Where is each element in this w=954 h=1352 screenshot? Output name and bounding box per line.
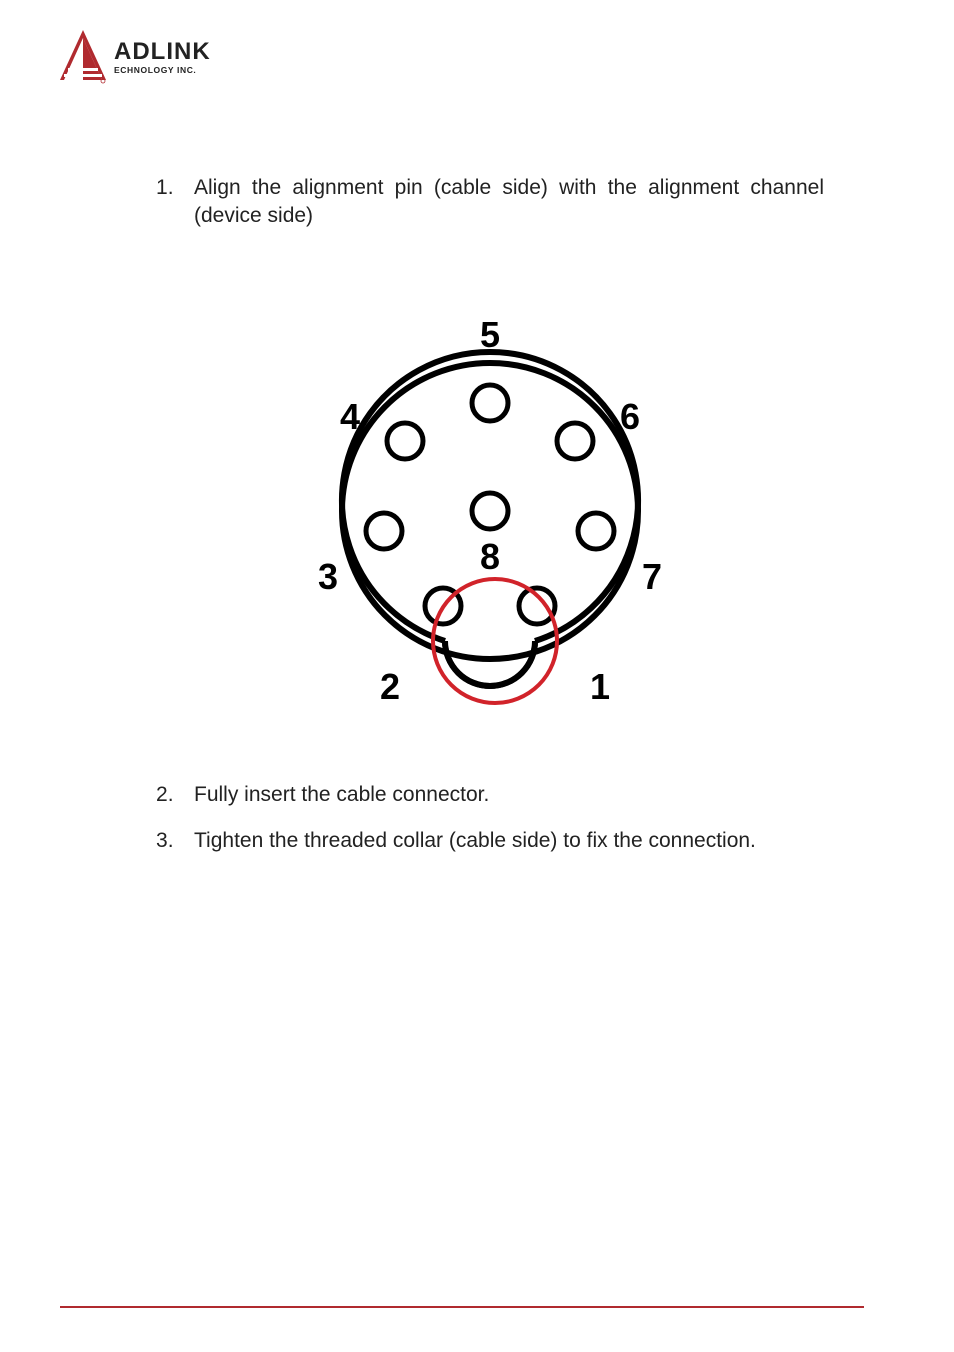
logo: ADLINK ECHNOLOGY INC.: [60, 30, 864, 84]
connector-diagram: 5 6 7 1 2 3 4 8: [156, 281, 824, 721]
step-list-2: Fully insert the cable connector. Tighte…: [156, 781, 824, 856]
pin-label-3: 3: [318, 556, 338, 597]
pin-label-6: 6: [620, 396, 640, 437]
pin-label-5: 5: [480, 314, 500, 355]
pin-label-8: 8: [480, 536, 500, 577]
pin-label-1: 1: [590, 666, 610, 707]
logo-text-sub: ECHNOLOGY INC.: [114, 66, 211, 75]
step-3: Tighten the threaded collar (cable side)…: [156, 827, 824, 855]
step-2: Fully insert the cable connector.: [156, 781, 824, 809]
pin-label-2: 2: [380, 666, 400, 707]
logo-text-main: ADLINK: [114, 40, 211, 64]
content: Align the alignment pin (cable side) wit…: [156, 174, 824, 855]
footer-divider: [60, 1306, 864, 1308]
pin-label-4: 4: [340, 396, 360, 437]
pin-label-7: 7: [642, 556, 662, 597]
step-list: Align the alignment pin (cable side) wit…: [156, 174, 824, 231]
adlink-logo-icon: [60, 30, 106, 84]
step-1: Align the alignment pin (cable side) wit…: [156, 174, 824, 231]
